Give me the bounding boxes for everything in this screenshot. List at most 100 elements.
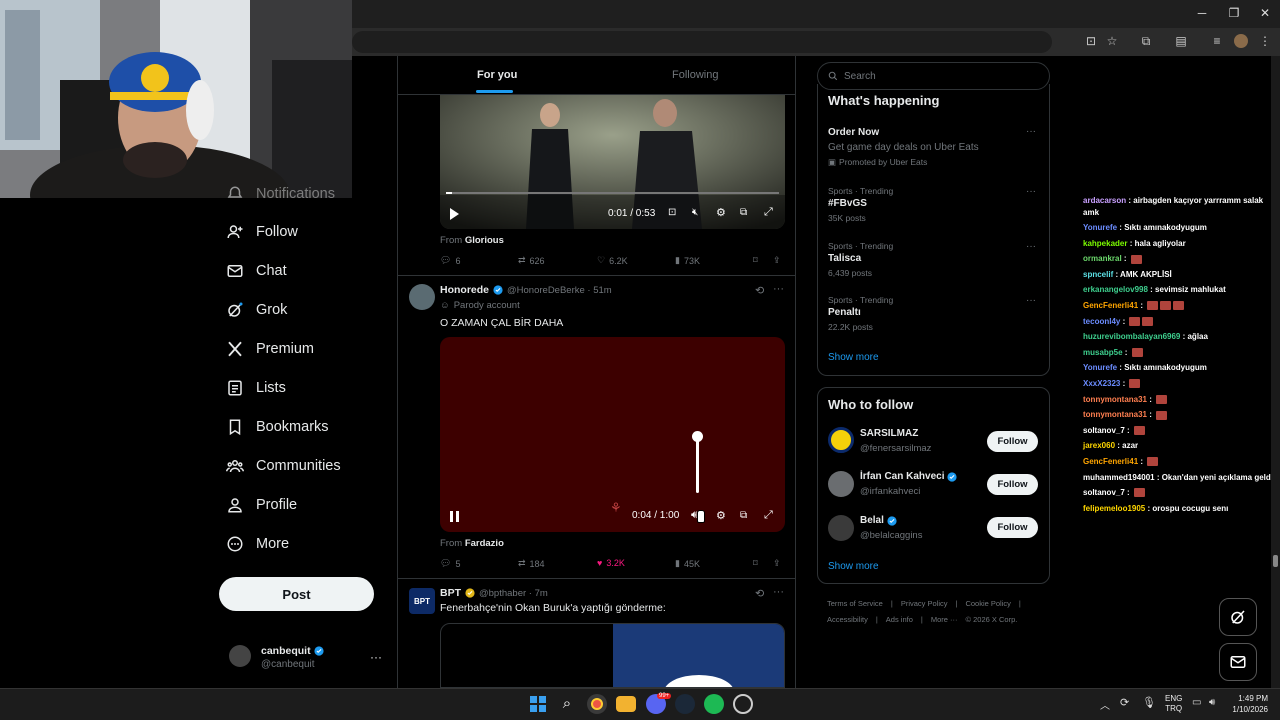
search-taskbar-icon[interactable]: ⌕ [557, 694, 577, 714]
follow-button[interactable]: Follow [987, 474, 1038, 495]
tweet2-reply[interactable]: 💬︎ 5 [440, 558, 460, 569]
chat-username[interactable]: jarex060 [1083, 441, 1115, 450]
nav-item-chat[interactable]: Chat [226, 257, 287, 285]
speaker-icon[interactable]: 🔊︎ [1209, 697, 1215, 708]
nav-item-bookmarks[interactable]: Bookmarks [226, 413, 329, 441]
chat-username[interactable]: ormankral [1083, 254, 1122, 263]
chat-username[interactable]: tecoonl4y [1083, 317, 1120, 326]
tweet2-name[interactable]: Honorede [440, 284, 489, 296]
pause-icon[interactable] [450, 511, 453, 522]
tab-for-you[interactable]: For you [477, 69, 517, 81]
tweet3-name[interactable]: BPT [440, 587, 461, 599]
chat-username[interactable]: GencFenerli41 [1083, 457, 1138, 466]
clock[interactable]: 1:49 PM 1/10/2026 [1228, 693, 1268, 715]
tweet3-more-icon[interactable]: ··· [773, 586, 784, 598]
chat-username[interactable]: spncelif [1083, 270, 1113, 279]
fullscreen-icon[interactable]: ⤢ [764, 206, 773, 219]
chat-username[interactable]: ardacarson [1083, 196, 1126, 205]
microphone-icon[interactable]: 🎙︎ [1142, 696, 1156, 709]
share-icon[interactable]: ⇪ [773, 255, 781, 266]
account-name-row[interactable]: canbequit [261, 645, 324, 657]
bookmark-tweet-icon[interactable]: ⌑ [753, 558, 758, 569]
nav-item-grok[interactable]: Grok [226, 296, 287, 324]
extensions-icon[interactable]: ⧉ [1138, 33, 1154, 49]
trend-name[interactable]: Order Now [828, 127, 879, 138]
bookmark-star-icon[interactable]: ☆ [1104, 33, 1120, 49]
profile-avatar[interactable] [1234, 34, 1248, 48]
steam-icon[interactable] [675, 694, 695, 714]
pip-icon[interactable]: ⧉ [740, 207, 747, 218]
nav-item-follow[interactable]: Follow [226, 218, 298, 246]
restore-icon[interactable]: ❐ [1224, 4, 1244, 22]
menu-dots-icon[interactable]: ⋮ [1257, 33, 1273, 49]
chat-username[interactable]: tonnymontana31 [1083, 395, 1147, 404]
play-icon[interactable] [450, 208, 459, 220]
chrome-icon[interactable] [587, 694, 607, 714]
trend-more-icon[interactable]: ··· [1026, 295, 1036, 306]
nav-item-lists[interactable]: Lists [226, 374, 286, 402]
volume-slider-thumb[interactable] [692, 431, 703, 442]
settings-gear-icon[interactable]: ⚙ [716, 509, 726, 522]
tweet3-avatar[interactable]: BPT [409, 588, 435, 614]
footer-link[interactable]: Ads info [886, 615, 913, 624]
tweet2-handle[interactable]: @HonoreDeBerke · 51m [507, 285, 612, 296]
windows-start-icon[interactable] [528, 694, 548, 714]
trend-name[interactable]: Penaltı [828, 307, 861, 318]
sidepanel-icon[interactable]: ▤ [1173, 33, 1189, 49]
follow-button[interactable]: Follow [987, 517, 1038, 538]
chat-username[interactable]: kahpekader [1083, 239, 1127, 248]
nav-item-notifications[interactable]: Notifications [226, 180, 335, 208]
tweet3-handle[interactable]: @bpthaber · 7m [479, 588, 548, 599]
tweet2-avatar[interactable] [409, 284, 435, 310]
trend-more-icon[interactable]: ··· [1026, 126, 1036, 137]
account-menu-icon[interactable]: ··· [370, 650, 382, 664]
app-icon[interactable] [733, 694, 753, 714]
footer-link[interactable]: Accessibility [827, 615, 868, 624]
suggested-user-name[interactable]: İrfan Can Kahveci [860, 471, 944, 482]
file-explorer-icon[interactable] [616, 696, 636, 712]
tweet1-progress-track[interactable] [446, 192, 779, 194]
footer-link[interactable]: Cookie Policy [965, 599, 1010, 608]
tweet1-from-source[interactable]: Glorious [465, 235, 504, 246]
account-avatar[interactable] [229, 645, 251, 667]
minimize-icon[interactable]: ─ [1192, 4, 1212, 22]
page-scrollbar[interactable] [1271, 56, 1280, 688]
trend-name[interactable]: #FBvGS [828, 198, 867, 209]
close-icon[interactable]: ✕ [1255, 4, 1275, 22]
search-input[interactable]: Search [844, 71, 876, 82]
tray-chevron-icon[interactable]: ︿ [1100, 697, 1110, 712]
grok-tweet-icon[interactable]: ⟲ [755, 284, 764, 297]
chat-username[interactable]: huzurevibombalayan6969 [1083, 332, 1180, 341]
trend-more-icon[interactable]: ··· [1026, 186, 1036, 197]
tweet2-like[interactable]: ♥ 3.2K [597, 558, 625, 568]
tweet1-like[interactable]: ♡ 6.2K [597, 255, 628, 266]
user-avatar[interactable] [828, 427, 854, 453]
chat-username[interactable]: soltanov_7 [1083, 488, 1125, 497]
share-icon[interactable]: ⇪ [773, 558, 781, 569]
who-to-follow-show-more[interactable]: Show more [828, 561, 879, 572]
suggested-user-name[interactable]: SARSILMAZ [860, 428, 918, 439]
messages-float-button[interactable] [1219, 643, 1257, 681]
nav-item-profile[interactable]: Profile [226, 491, 297, 519]
bookmark-tweet-icon[interactable]: ⌑ [753, 255, 758, 266]
nav-item-more[interactable]: More [226, 530, 289, 558]
tray-sync-icon[interactable]: ⟳ [1120, 696, 1129, 709]
tweet2-more-icon[interactable]: ··· [773, 283, 784, 295]
chat-username[interactable]: XxxX2323 [1083, 379, 1120, 388]
tweet3-image[interactable] [440, 623, 785, 688]
grok-tweet-icon[interactable]: ⟲ [755, 587, 764, 600]
nav-item-premium[interactable]: Premium [226, 335, 314, 363]
settings-gear-icon[interactable]: ⚙ [716, 206, 726, 219]
tweet1-views[interactable]: ▮ 73K [675, 255, 700, 266]
trend-more-icon[interactable]: ··· [1026, 241, 1036, 252]
chat-username[interactable]: soltanov_7 [1083, 426, 1125, 435]
chat-username[interactable]: felipemeloo1905 [1083, 504, 1145, 513]
footer-link[interactable]: Terms of Service [827, 599, 883, 608]
grok-float-button[interactable] [1219, 598, 1257, 636]
reading-list-icon[interactable]: ≡ [1209, 33, 1225, 49]
tweet2-views[interactable]: ▮ 45K [675, 558, 700, 569]
trend-name[interactable]: Talisca [828, 253, 861, 264]
scrollbar-thumb[interactable] [1273, 555, 1278, 567]
fullscreen-icon[interactable]: ⤢ [764, 509, 773, 522]
tweet2-from-source[interactable]: Fardazio [465, 538, 504, 549]
